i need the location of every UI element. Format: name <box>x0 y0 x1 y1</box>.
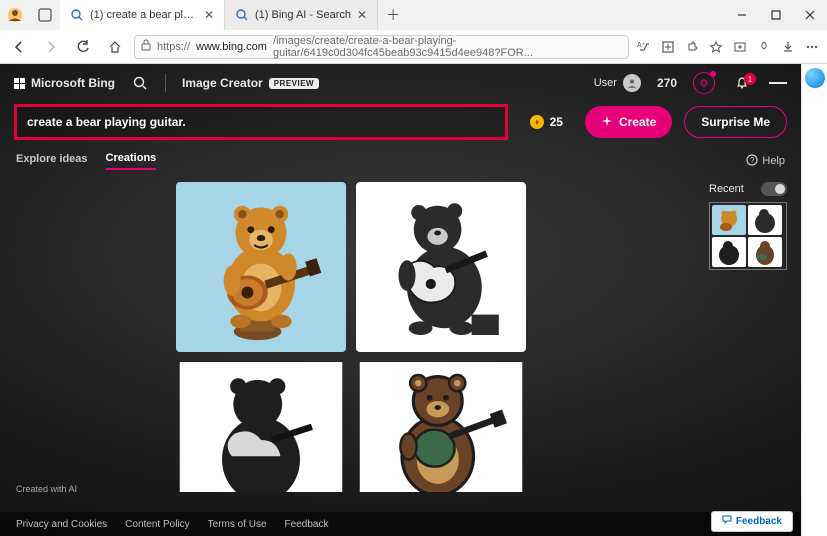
product-name-group[interactable]: Image Creator PREVIEW <box>182 76 319 90</box>
browser-tab-active[interactable]: (1) create a bear playing guitar - ✕ <box>60 0 225 30</box>
more-menu-icon[interactable] <box>803 38 821 56</box>
collections-icon[interactable] <box>731 38 749 56</box>
boosts-count: 25 <box>550 115 563 129</box>
footer-link-privacy[interactable]: Privacy and Cookies <box>16 519 107 530</box>
separator <box>165 74 166 92</box>
new-tab-button[interactable]: ＋ <box>378 0 408 30</box>
tab-close-icon[interactable]: ✕ <box>204 8 214 22</box>
rewards-icon[interactable] <box>755 38 773 56</box>
result-tile[interactable] <box>176 182 346 352</box>
footer-link-content-policy[interactable]: Content Policy <box>125 519 189 530</box>
footer: Privacy and Cookies Content Policy Terms… <box>0 512 801 536</box>
footer-link-feedback[interactable]: Feedback <box>285 519 329 530</box>
create-button[interactable]: Create <box>585 106 672 138</box>
window-minimize-icon[interactable] <box>725 0 759 30</box>
help-icon: ? <box>746 154 758 169</box>
svg-text:A⁺: A⁺ <box>637 42 646 49</box>
tab-explore-ideas[interactable]: Explore ideas <box>16 153 88 169</box>
brand-name: Microsoft Bing <box>31 76 115 90</box>
address-bar[interactable]: https:// www.bing.com/images/create/creat… <box>134 35 629 59</box>
image-creator-app: Microsoft Bing Image Creator PREVIEW Use… <box>0 64 801 536</box>
browser-toolbar: https:// www.bing.com/images/create/creat… <box>0 30 827 64</box>
help-link[interactable]: ? Help <box>746 154 785 169</box>
result-tile[interactable] <box>356 362 526 492</box>
recent-thumbnail[interactable] <box>712 237 746 267</box>
recent-thumbnail[interactable] <box>748 237 782 267</box>
recent-toggle[interactable] <box>761 182 787 196</box>
recent-heading: Recent <box>709 183 744 195</box>
result-tile[interactable] <box>356 182 526 352</box>
workspace: Recent <box>0 176 801 506</box>
tabs-overview-icon[interactable] <box>30 0 60 30</box>
boost-coin-icon <box>530 115 544 129</box>
rewards-medal-icon[interactable] <box>693 72 715 94</box>
search-icon[interactable] <box>131 74 149 92</box>
downloads-icon[interactable] <box>779 38 797 56</box>
rewards-points[interactable]: 270 <box>657 76 677 90</box>
refresh-button[interactable] <box>70 34 96 60</box>
bing-chat-icon[interactable] <box>805 68 825 88</box>
surprise-button[interactable]: Surprise Me <box>684 106 787 138</box>
surprise-button-label: Surprise Me <box>701 115 770 129</box>
recent-thumbnail[interactable] <box>748 205 782 235</box>
page-viewport: Microsoft Bing Image Creator PREVIEW Use… <box>0 64 827 536</box>
notifications-button[interactable]: 1 <box>731 76 753 90</box>
user-label: User <box>594 77 617 89</box>
url-prefix: https:// <box>157 41 190 53</box>
browser-tab[interactable]: (1) Bing AI - Search ✕ <box>225 0 378 30</box>
add-page-icon[interactable] <box>659 38 677 56</box>
help-label: Help <box>762 155 785 167</box>
preview-badge: PREVIEW <box>269 78 319 89</box>
notifications-count: 1 <box>744 73 756 85</box>
tab-close-icon[interactable]: ✕ <box>357 8 367 22</box>
feedback-label: Feedback <box>736 516 782 527</box>
window-controls <box>725 0 827 30</box>
result-tile[interactable] <box>176 362 346 492</box>
tab-creations[interactable]: Creations <box>106 152 157 170</box>
view-tabs: Explore ideas Creations ? Help <box>0 140 801 176</box>
forward-button[interactable] <box>38 34 64 60</box>
svg-text:?: ? <box>750 156 755 165</box>
ai-watermark: Created with AI <box>16 484 77 494</box>
search-favicon-icon <box>70 8 84 22</box>
browser-titlebar: (1) create a bear playing guitar - ✕ (1)… <box>0 0 827 30</box>
app-header: Microsoft Bing Image Creator PREVIEW Use… <box>0 64 801 102</box>
search-favicon-icon <box>235 8 249 22</box>
window-maximize-icon[interactable] <box>759 0 793 30</box>
recent-thumbnail[interactable] <box>712 205 746 235</box>
profile-icon[interactable] <box>0 0 30 30</box>
back-button[interactable] <box>6 34 32 60</box>
window-close-icon[interactable] <box>793 0 827 30</box>
recent-panel: Recent <box>709 182 787 492</box>
product-name: Image Creator <box>182 76 263 90</box>
read-aloud-icon[interactable]: A⁺ <box>635 38 653 56</box>
home-button[interactable] <box>102 34 128 60</box>
prompt-box[interactable] <box>14 104 508 140</box>
tab-title: (1) Bing AI - Search <box>255 9 351 21</box>
results-gallery <box>16 182 526 492</box>
avatar <box>623 74 641 92</box>
url-domain: www.bing.com <box>196 41 267 53</box>
prompt-row: 25 Create Surprise Me <box>0 102 801 140</box>
create-button-label: Create <box>619 115 656 129</box>
tab-strip: (1) create a bear playing guitar - ✕ (1)… <box>60 0 725 30</box>
brand-logo[interactable]: Microsoft Bing <box>14 76 115 90</box>
menu-button[interactable] <box>769 74 787 92</box>
prompt-input[interactable] <box>27 115 495 129</box>
chat-icon <box>722 515 732 528</box>
extensions-icon[interactable] <box>683 38 701 56</box>
boosts-chip[interactable]: 25 <box>520 104 573 140</box>
feedback-button[interactable]: Feedback <box>711 511 793 532</box>
favorites-icon[interactable] <box>707 38 725 56</box>
sparkle-icon <box>601 115 613 130</box>
url-path: /images/create/create-a-bear-playing-gui… <box>273 35 622 59</box>
recent-thumbnails <box>709 202 787 270</box>
microsoft-logo-icon <box>14 78 25 89</box>
tab-title: (1) create a bear playing guitar - <box>90 9 198 21</box>
user-chip[interactable]: User <box>594 74 641 92</box>
lock-icon <box>141 39 151 54</box>
footer-link-terms[interactable]: Terms of Use <box>208 519 267 530</box>
bing-sidebar[interactable] <box>801 64 827 536</box>
